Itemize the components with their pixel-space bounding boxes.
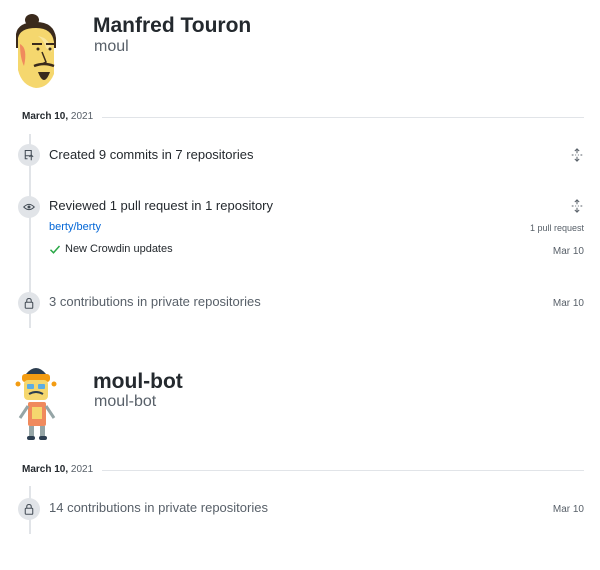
private-date: Mar 10 (552, 504, 584, 515)
date-divider: March 10, 2021 (22, 111, 584, 125)
unfold-icon[interactable] (570, 199, 584, 213)
avatar[interactable] (8, 362, 66, 442)
user-display-name[interactable]: moul-bot (93, 370, 183, 394)
date-year: 2021 (70, 464, 94, 475)
pr-date: Mar 10 (552, 246, 584, 257)
user-display-name[interactable]: Manfred Touron (93, 14, 251, 38)
date-day: March 10, (22, 111, 69, 122)
date-year: 2021 (70, 111, 94, 122)
avatar[interactable] (8, 8, 66, 88)
private-contributions: 14 contributions in private repositories (49, 500, 268, 515)
private-date: Mar 10 (552, 298, 584, 309)
date-divider: March 10, 2021 (22, 464, 584, 478)
commits-summary[interactable]: Created 9 commits in 7 repositories (49, 147, 253, 162)
pr-title[interactable]: New Crowdin updates (65, 243, 173, 255)
check-icon (49, 245, 61, 254)
eye-icon (18, 196, 40, 218)
lock-icon (18, 498, 40, 520)
reviews-summary[interactable]: Reviewed 1 pull request in 1 repository (49, 198, 273, 213)
private-contributions: 3 contributions in private repositories (49, 294, 261, 309)
repo-link-berty[interactable]: berty/berty (49, 221, 101, 233)
user-login: moul (94, 38, 129, 55)
pr-item[interactable]: New Crowdin updates (49, 243, 173, 255)
repo-push-icon (18, 144, 40, 166)
date-day: March 10, (22, 464, 69, 475)
unfold-icon[interactable] (570, 148, 584, 162)
user-login: moul-bot (94, 393, 157, 410)
lock-icon (18, 292, 40, 314)
pr-count: 1 pull request (529, 223, 584, 233)
